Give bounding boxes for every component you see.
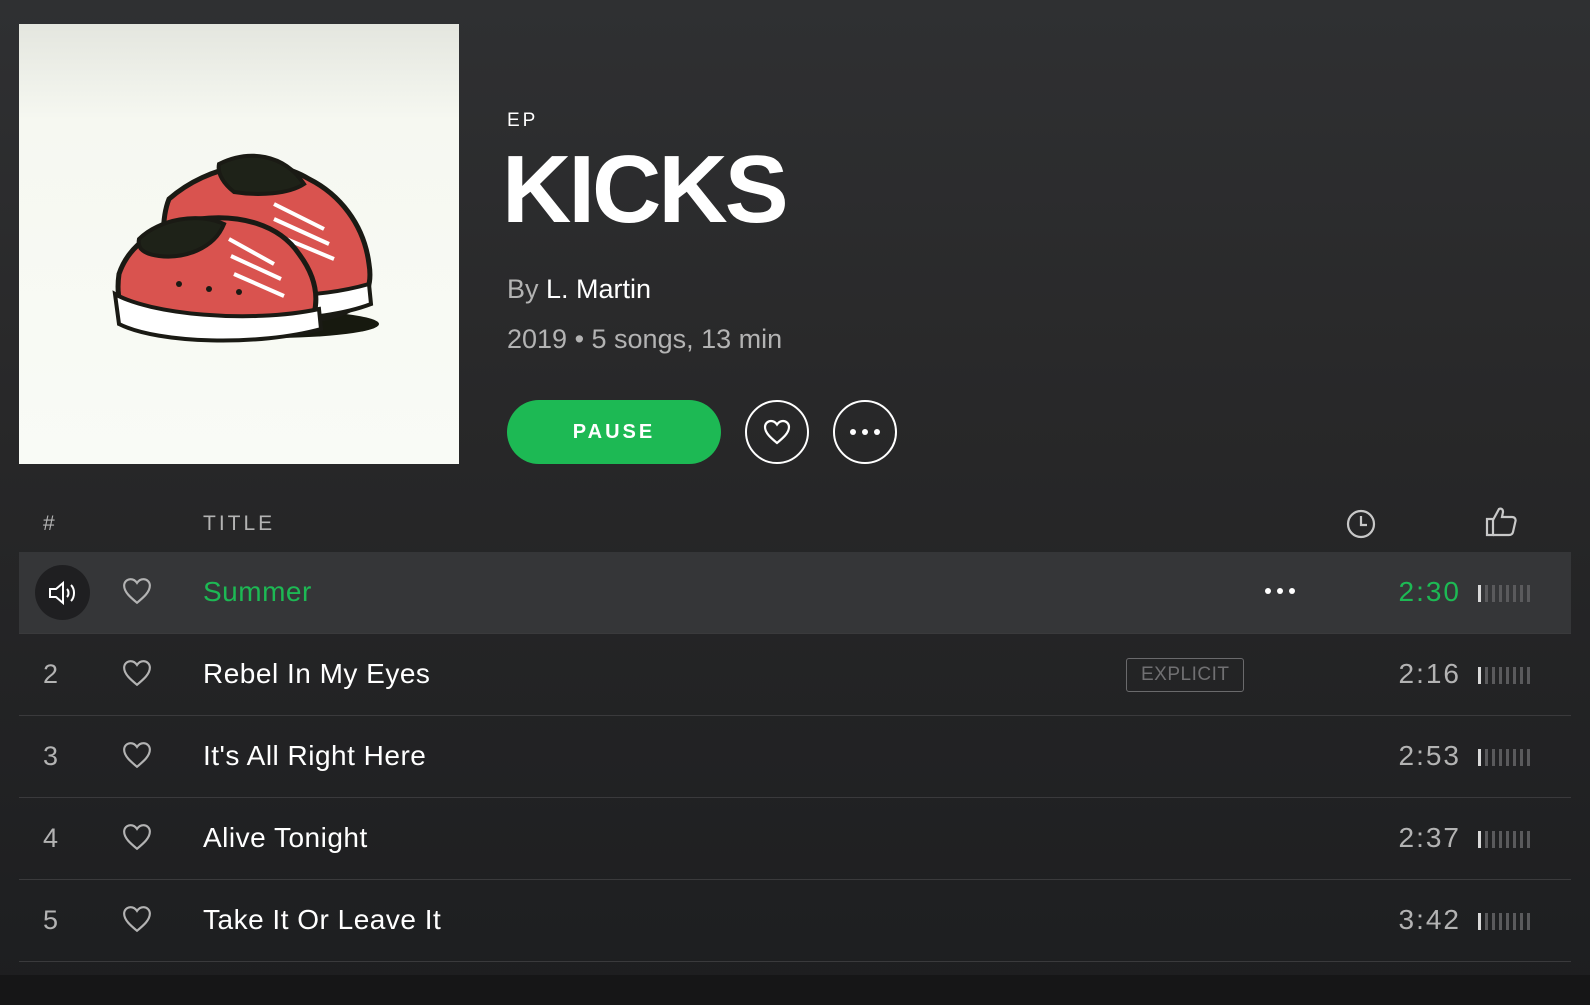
- track-number: 2: [43, 659, 59, 689]
- track-title[interactable]: It's All Right Here: [203, 740, 426, 772]
- track-duration: 2:37: [1398, 822, 1461, 853]
- track-number: 4: [43, 823, 59, 853]
- album-title: KICKS: [502, 136, 789, 243]
- album-type: EP: [507, 110, 539, 131]
- more-icon: [850, 429, 880, 435]
- track-title[interactable]: Alive Tonight: [203, 822, 368, 854]
- heart-icon[interactable]: [122, 741, 152, 774]
- track-duration: 3:42: [1398, 904, 1461, 935]
- more-options-button[interactable]: [833, 400, 897, 464]
- track-duration: 2:53: [1398, 740, 1461, 771]
- popularity-meter: [1478, 831, 1530, 848]
- track-duration: 2:16: [1398, 658, 1461, 689]
- tracklist: Summer 2:30 2 Rebel In My Eyes EXPLICIT …: [19, 552, 1571, 962]
- speaker-icon: [48, 580, 75, 605]
- heart-icon[interactable]: [122, 577, 152, 610]
- column-number: #: [43, 512, 55, 535]
- album-byline: By L. Martin: [507, 274, 651, 305]
- popularity-meter: [1478, 749, 1530, 766]
- track-row[interactable]: 5 Take It Or Leave It 3:42: [19, 880, 1571, 962]
- thumbs-up-icon: [1484, 506, 1518, 543]
- like-button[interactable]: [745, 400, 809, 464]
- heart-icon[interactable]: [122, 823, 152, 856]
- track-row[interactable]: 4 Alive Tonight 2:37: [19, 798, 1571, 880]
- footer-bar: [0, 975, 1590, 1005]
- track-row[interactable]: Summer 2:30: [19, 552, 1571, 634]
- pause-button[interactable]: PAUSE: [507, 400, 721, 464]
- byline-prefix: By: [507, 274, 539, 304]
- album-cover[interactable]: [19, 24, 459, 464]
- track-title[interactable]: Take It Or Leave It: [203, 904, 441, 936]
- track-number: 3: [43, 741, 59, 771]
- heart-icon: [763, 419, 791, 445]
- track-row[interactable]: 2 Rebel In My Eyes EXPLICIT 2:16: [19, 634, 1571, 716]
- album-header: EP KICKS By L. Martin 2019 • 5 songs, 13…: [0, 0, 1590, 480]
- artist-link[interactable]: L. Martin: [546, 274, 651, 304]
- popularity-meter: [1478, 913, 1530, 930]
- heart-icon[interactable]: [122, 659, 152, 692]
- track-title[interactable]: Rebel In My Eyes: [203, 658, 430, 690]
- clock-icon: [1345, 508, 1377, 545]
- popularity-meter: [1478, 585, 1530, 602]
- popularity-meter: [1478, 667, 1530, 684]
- heart-icon[interactable]: [122, 905, 152, 938]
- sneakers-artwork-icon: [112, 153, 379, 343]
- explicit-badge: EXPLICIT: [1126, 658, 1245, 692]
- track-duration: 2:30: [1398, 576, 1461, 607]
- track-number: 5: [43, 905, 59, 935]
- column-title: TITLE: [203, 512, 276, 535]
- more-icon[interactable]: [1263, 582, 1297, 600]
- album-meta: 2019 • 5 songs, 13 min: [507, 324, 783, 354]
- tracklist-header: # TITLE: [19, 500, 1571, 552]
- track-row[interactable]: 3 It's All Right Here 2:53: [19, 716, 1571, 798]
- now-playing-button[interactable]: [35, 565, 90, 620]
- track-title[interactable]: Summer: [203, 576, 312, 608]
